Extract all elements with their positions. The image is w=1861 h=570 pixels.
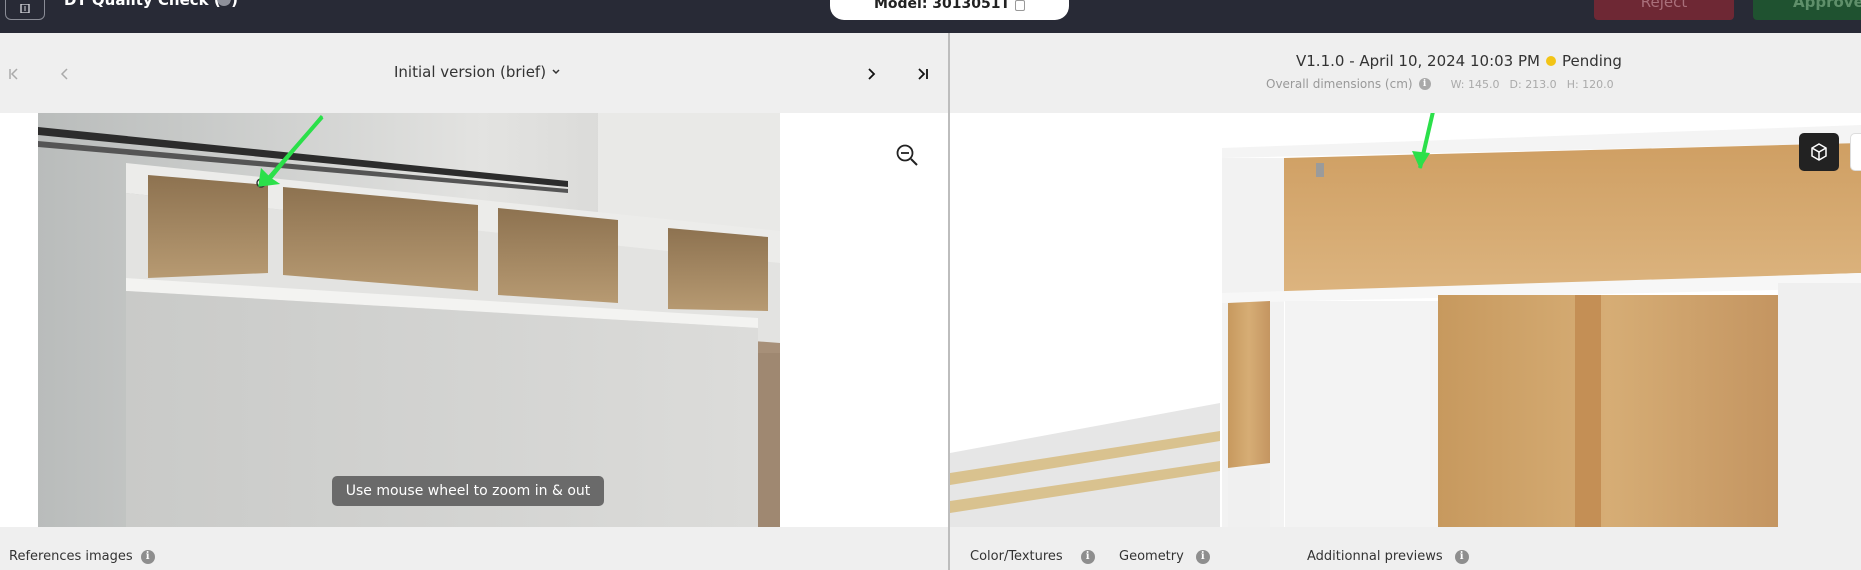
tab-geometry[interactable]: Geometry i [1119,549,1210,564]
info-icon[interactable]: i [1454,549,1469,564]
zoom-out-icon [896,144,918,166]
approve-button[interactable]: Approve [1753,0,1861,20]
cube-icon [1811,143,1827,161]
model-3d-viewer[interactable] [950,113,1861,527]
next-button[interactable] [858,61,884,87]
zoom-hint: Use mouse wheel to zoom in & out [332,476,604,506]
info-icon[interactable]: i [1195,549,1210,564]
status-badge: Pending [1561,52,1622,70]
zoom-out-button[interactable] [895,143,919,171]
version-info: V1.1.0 - April 10, 2024 10:03 PM Pending [1296,52,1622,70]
info-icon[interactable]: i [1080,549,1095,564]
tab-label: Color/Textures [970,549,1063,564]
chevron-down-icon [552,69,560,75]
version-select-label: Initial version (brief) [394,63,547,81]
page-title: DT Quality Check (3) [64,0,239,9]
tab-color-textures[interactable]: Color/Textures i [970,549,1095,564]
next-icon [868,68,876,80]
prev-icon [60,68,68,80]
reference-panel: Initial version (brief) Use mouse wheel … [0,33,948,570]
last-page-button[interactable] [910,61,936,87]
reference-photo [38,113,780,527]
dim-depth: D: 213.0 [1509,77,1557,91]
first-page-button[interactable] [1,61,27,87]
references-images-label: References images i [9,549,155,564]
delete-button[interactable] [5,0,45,20]
copy-icon[interactable] [1015,0,1026,11]
status-dot-icon [1545,56,1556,66]
trash-icon [20,3,30,13]
last-page-icon [918,68,928,80]
secondary-view-button[interactable] [1850,133,1861,171]
3d-view-button[interactable] [1799,133,1839,171]
dimensions-info: Overall dimensions (cm) i W: 145.0 D: 21… [1266,77,1618,91]
tab-label: Additionnal previews [1307,549,1443,564]
reject-button[interactable]: Reject [1594,0,1734,20]
info-icon[interactable]: i [1418,78,1431,90]
dimensions-label: Overall dimensions (cm) [1266,77,1413,91]
prev-button[interactable] [52,61,78,87]
info-icon[interactable]: i [140,549,155,564]
dim-height: H: 120.0 [1566,77,1614,91]
model-panel: V1.1.0 - April 10, 2024 10:03 PM Pending… [950,33,1861,570]
first-page-icon [9,68,18,80]
model-render [950,113,1861,527]
version-dropdown[interactable]: Initial version (brief) [394,63,561,81]
version-text: V1.1.0 - April 10, 2024 10:03 PM [1296,52,1540,70]
model-pill: Model: 3013051T [830,0,1069,20]
references-images-text: References images [9,549,133,564]
tab-additional-previews[interactable]: Additionnal previews i [1307,549,1469,564]
model-label: Model: 3013051T [873,0,1011,12]
top-bar: DT Quality Check (3) Model: 3013051T Rej… [0,0,1861,33]
reference-image-viewer[interactable]: Use mouse wheel to zoom in & out [0,113,948,527]
tab-label: Geometry [1119,549,1184,564]
dim-width: W: 145.0 [1450,77,1500,91]
